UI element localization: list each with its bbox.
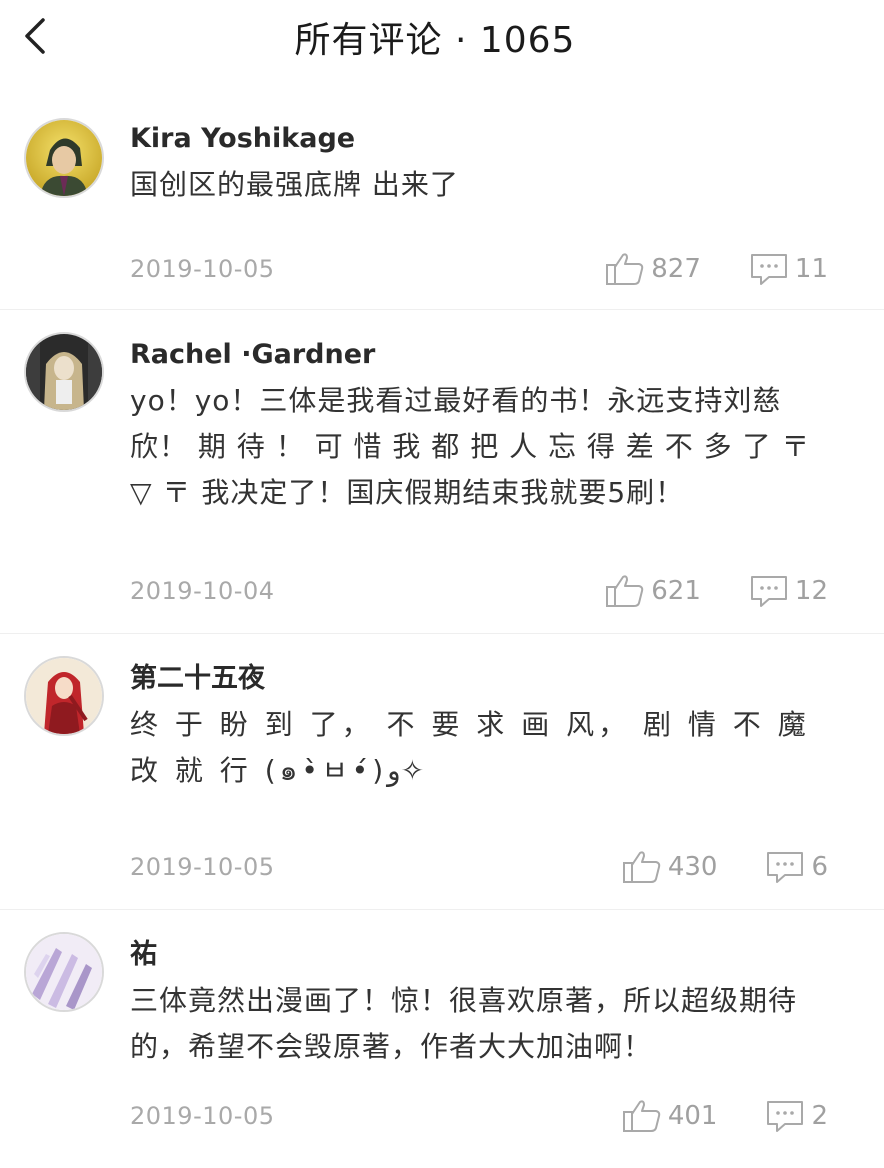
reply-button[interactable]: 6 <box>765 850 828 884</box>
comment-bubble-icon <box>749 574 789 608</box>
like-button[interactable]: 401 <box>622 1098 718 1134</box>
comment-actions: 621 12 <box>605 573 828 609</box>
comment-date: 2019-10-05 <box>130 1102 275 1130</box>
reply-count: 11 <box>794 254 828 284</box>
comment-meta: 2019-10-04 621 12 <box>130 571 828 611</box>
comment-meta: 2019-10-05 401 2 <box>130 1096 828 1136</box>
reply-button[interactable]: 11 <box>749 252 828 286</box>
comment-list: Kira Yoshikage 国创区的最强底牌 出来了 2019-10-05 8… <box>0 96 884 1146</box>
like-button[interactable]: 621 <box>605 573 701 609</box>
avatar[interactable] <box>24 332 104 412</box>
thumbs-up-icon <box>605 251 645 287</box>
thumbs-up-icon <box>622 849 662 885</box>
like-count: 827 <box>651 254 701 284</box>
comment-text: 终 于 盼 到 了， 不 要 求 画 风， 剧 情 不 魔 改 就 行 (๑•̀… <box>130 708 810 787</box>
comment-date: 2019-10-05 <box>130 255 275 283</box>
comment-actions: 401 2 <box>622 1098 828 1134</box>
comment-text: 国创区的最强底牌 出来了 <box>130 168 459 201</box>
comment-item: 祐 三体竟然出漫画了！惊！很喜欢原著，所以超级期待的，希望不会毁原著，作者大大加… <box>0 910 884 1146</box>
comment-actions: 430 6 <box>622 849 828 885</box>
comment-bubble-icon <box>765 850 805 884</box>
comment-bubble-icon <box>749 252 789 286</box>
comment-username[interactable]: Kira Yoshikage <box>130 122 828 156</box>
comment-username[interactable]: 第二十五夜 <box>130 662 828 696</box>
page-title: 所有评论 · 1065 <box>294 20 576 61</box>
like-button[interactable]: 430 <box>622 849 718 885</box>
like-count: 401 <box>667 1101 718 1131</box>
comment-actions: 827 11 <box>605 251 828 287</box>
header: 所有评论 · 1065 <box>0 0 884 80</box>
reply-count: 12 <box>794 576 828 606</box>
reply-button[interactable]: 2 <box>765 1099 828 1133</box>
avatar[interactable] <box>24 656 104 736</box>
comment-date: 2019-10-05 <box>130 853 275 881</box>
comment-item: 第二十五夜 终 于 盼 到 了， 不 要 求 画 风， 剧 情 不 魔 改 就 … <box>0 634 884 910</box>
chevron-left-icon <box>25 18 45 54</box>
reply-button[interactable]: 12 <box>749 574 828 608</box>
comment-meta: 2019-10-05 827 11 <box>130 249 828 289</box>
comment-username[interactable]: Rachel ·Gardner <box>130 338 828 372</box>
comment-item: Rachel ·Gardner yo！yo！三体是我看过最好看的书！永远支持刘慈… <box>0 310 884 634</box>
like-count: 621 <box>651 576 701 606</box>
thumbs-up-icon <box>605 573 645 609</box>
comment-text: yo！yo！三体是我看过最好看的书！永远支持刘慈欣！ 期 待 ！ 可 惜 我 都… <box>130 384 811 509</box>
avatar[interactable] <box>24 118 104 198</box>
avatar[interactable] <box>24 932 104 1012</box>
thumbs-up-icon <box>622 1098 662 1134</box>
comment-meta: 2019-10-05 430 6 <box>130 847 828 887</box>
reply-count: 2 <box>811 1101 828 1131</box>
comment-item: Kira Yoshikage 国创区的最强底牌 出来了 2019-10-05 8… <box>0 96 884 310</box>
like-button[interactable]: 827 <box>605 251 701 287</box>
comment-bubble-icon <box>765 1099 805 1133</box>
back-button[interactable] <box>8 6 60 66</box>
comment-text: 三体竟然出漫画了！惊！很喜欢原著，所以超级期待的，希望不会毁原著，作者大大加油啊… <box>130 984 798 1063</box>
comment-date: 2019-10-04 <box>130 577 275 605</box>
comment-username[interactable]: 祐 <box>130 938 828 972</box>
reply-count: 6 <box>811 852 828 882</box>
like-count: 430 <box>667 852 718 882</box>
comments-screen: 所有评论 · 1065 Kira Yoshikage 国创区的最强底牌 出来了 … <box>0 0 884 1168</box>
